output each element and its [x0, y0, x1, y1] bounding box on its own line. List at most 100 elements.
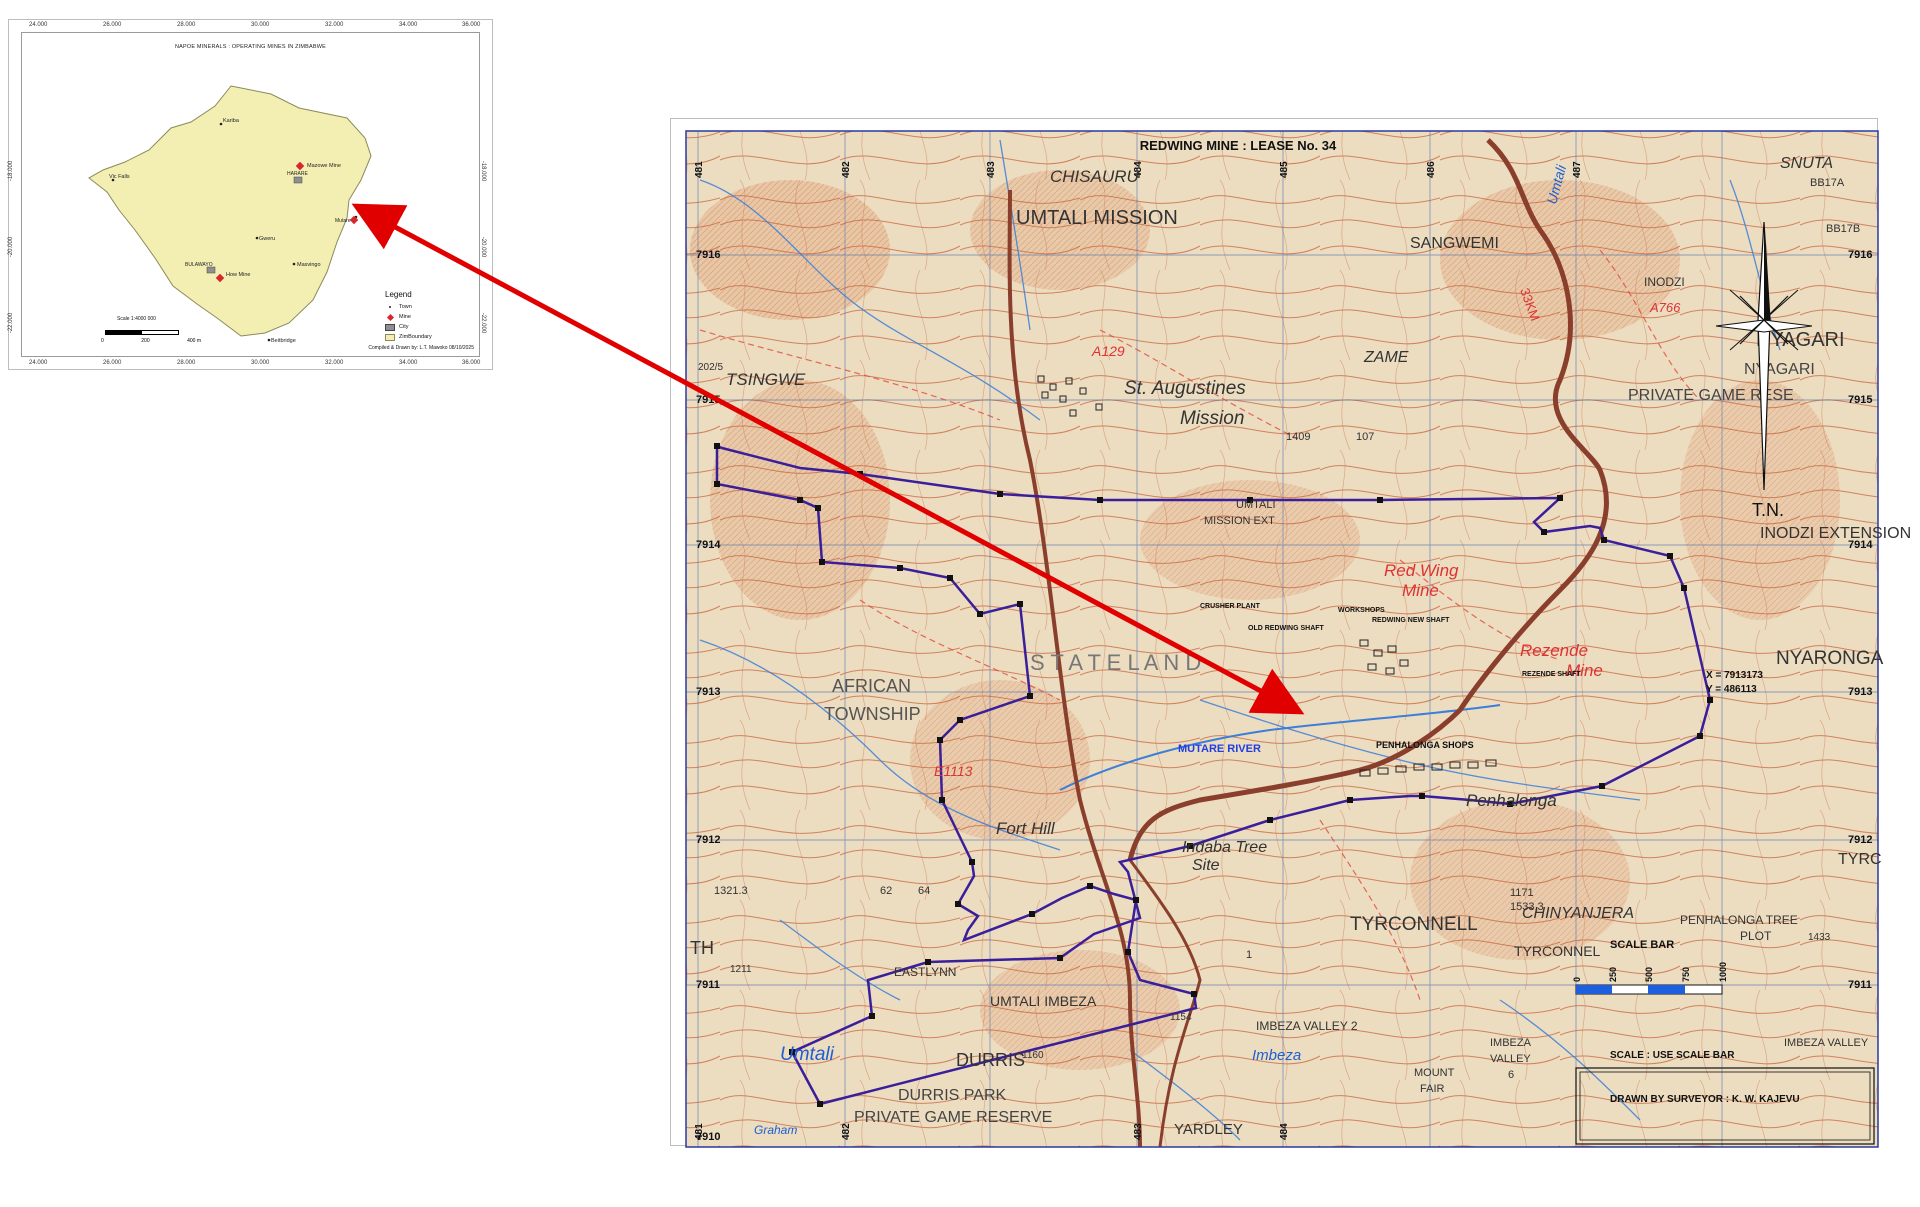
place-label: PLOT — [1740, 929, 1772, 943]
building-label: CRUSHER PLANT — [1200, 603, 1261, 610]
place-label: Mission — [1180, 408, 1244, 429]
northing-label: 7912 — [1848, 834, 1872, 846]
building-label: OLD REDWING SHAFT — [1248, 625, 1325, 632]
place-label: CHISAURU — [1050, 167, 1140, 186]
place-label: TOWNSHIP — [824, 704, 921, 724]
place-label: UMTALI MISSION — [1016, 207, 1178, 229]
place-label: MUTARE RIVER — [1178, 743, 1261, 755]
place-label: MISSION EXT — [1204, 515, 1275, 527]
scale-note: SCALE : USE SCALE BAR — [1610, 1050, 1735, 1061]
place-label: Mine — [1402, 581, 1439, 600]
place-label: 107 — [1356, 431, 1374, 443]
easting-label: 481 — [694, 161, 705, 178]
easting-label: 481 — [694, 1123, 705, 1140]
lease-map: REDWING MINE : LEASE No. 34 7916 7915 79… — [351, 130, 1911, 1148]
place-label: UMTALI — [1236, 499, 1276, 511]
place-label: VALLEY — [1490, 1053, 1531, 1065]
place-label: 64 — [918, 885, 930, 897]
place-label: 1321.3 — [714, 885, 748, 897]
place-label: E1113 — [934, 763, 973, 779]
place-label: Penhalonga — [1466, 791, 1557, 810]
north-label: T.N. — [1752, 500, 1784, 520]
place-label: YARDLEY — [1174, 1121, 1243, 1138]
place-label: NYARONGA — [1776, 648, 1884, 669]
northing-label: 7913 — [696, 686, 720, 698]
place-label: A766 — [1649, 300, 1681, 315]
place-label: INODZI EXTENSION — [1760, 525, 1911, 542]
place-label: TYRCONNELL — [1350, 914, 1478, 935]
northing-label: 7916 — [696, 249, 720, 261]
place-label: NYAGARI — [1744, 361, 1815, 378]
place-label: IMBEZA — [1490, 1037, 1532, 1049]
place-label: FAIR — [1420, 1083, 1445, 1095]
place-label: PRIVATE GAME RESERVE — [854, 1109, 1052, 1126]
place-label: Site — [1192, 857, 1220, 874]
building-label: REDWING NEW SHAFT — [1372, 617, 1450, 624]
place-label: 62 — [880, 885, 892, 897]
place-label: UMTALI IMBEZA — [990, 993, 1097, 1009]
place-label: PENHALONGA SHOPS — [1376, 740, 1474, 750]
place-label: Fort Hill — [996, 819, 1056, 838]
place-label: 202/5 — [698, 362, 723, 373]
northing-label: 7911 — [696, 979, 720, 991]
northing-label: 7915 — [1848, 394, 1872, 406]
place-label: BB17B — [1826, 223, 1860, 235]
northing-label: 7913 — [1848, 686, 1872, 698]
place-label: IMBEZA VALLEY — [1784, 1037, 1869, 1049]
easting-label: 483 — [986, 161, 997, 178]
place-label: TYRCONNEL — [1514, 943, 1601, 959]
place-label: MOUNT — [1414, 1067, 1455, 1079]
place-label: 1433 — [1808, 932, 1831, 943]
place-label: Red Wing — [1384, 561, 1459, 580]
scale-bar-number: 1000 — [1718, 962, 1728, 982]
place-label: IMBEZA VALLEY 2 — [1256, 1019, 1358, 1033]
place-label: DURRIS PARK — [898, 1087, 1006, 1104]
place-label: 1533.3 — [1510, 901, 1544, 913]
easting-label: 484 — [1279, 1123, 1290, 1140]
place-label: SANGWEMI — [1410, 235, 1499, 252]
scale-bar-segment — [1648, 985, 1685, 994]
scale-bar-segment — [1576, 985, 1612, 994]
place-label: Imbeza — [1252, 1047, 1301, 1064]
place-label: PENHALONGA TREE — [1680, 913, 1798, 927]
place-label: AFRICAN — [832, 676, 911, 696]
place-label: TYRC — [1838, 851, 1882, 868]
easting-label: 486 — [1426, 161, 1437, 178]
easting-label: 487 — [1572, 161, 1583, 178]
place-label: Indaba Tree — [1182, 839, 1267, 856]
place-label: 1154 — [1170, 1012, 1192, 1023]
easting-label: 482 — [841, 161, 852, 178]
northing-label: 7916 — [1848, 249, 1872, 261]
place-label: ZAME — [1363, 349, 1409, 366]
place-label: PRIVATE GAME RESE — [1628, 387, 1794, 404]
place-label: 1211 — [730, 964, 752, 975]
place-label: Rezende — [1520, 641, 1588, 660]
building-label: WORKSHOPS — [1338, 607, 1385, 614]
place-label: DURRIS — [956, 1050, 1025, 1070]
coordinate-label: Y = 486113 — [1706, 684, 1757, 695]
place-label: INODZI — [1644, 275, 1685, 289]
coordinate-label: X = 7913173 — [1706, 670, 1763, 681]
place-label: 1409 — [1286, 431, 1310, 443]
place-label: A129 — [1091, 343, 1125, 359]
place-label: EASTLYNN — [894, 965, 956, 979]
northing-label: 7914 — [696, 539, 721, 551]
place-label: 1160 — [1022, 1050, 1044, 1061]
northing-label: 7912 — [696, 834, 720, 846]
scale-bar-number: 500 — [1644, 967, 1654, 982]
scale-bar-title: SCALE BAR — [1610, 939, 1674, 951]
place-label: Graham — [754, 1123, 797, 1137]
place-label: SNUTA — [1780, 155, 1833, 172]
scale-bar-number: 0 — [1572, 977, 1582, 982]
easting-label: 485 — [1279, 161, 1290, 178]
contour-lines — [686, 131, 1878, 1147]
easting-label: 482 — [841, 1123, 852, 1140]
place-label: Umtali — [780, 1044, 835, 1065]
place-label: 1 — [1246, 949, 1252, 961]
place-label: St. Augustines — [1124, 378, 1246, 399]
easting-label: 483 — [1133, 1123, 1144, 1140]
place-label: 1171 — [1510, 887, 1534, 899]
place-label: BB17A — [1810, 177, 1845, 189]
map-title: REDWING MINE : LEASE No. 34 — [1140, 138, 1337, 153]
place-label: TH — [690, 938, 714, 958]
